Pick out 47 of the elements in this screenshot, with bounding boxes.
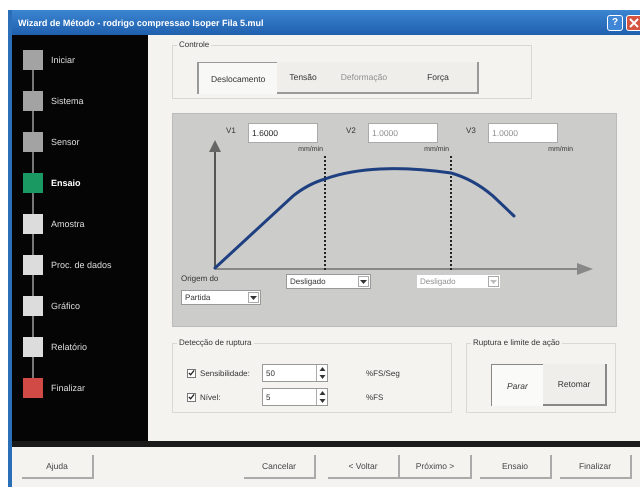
step-label[interactable]: Sensor	[51, 137, 80, 147]
wizard-button[interactable]: Próximo >	[400, 455, 472, 479]
checkbox-label: Nível:	[200, 392, 222, 402]
segment-dropdown[interactable]: Desligado	[286, 274, 371, 289]
wizard-button[interactable]: Ajuda	[22, 455, 94, 479]
control-tab[interactable]: Força	[399, 62, 479, 94]
control-tab[interactable]: Tensão	[277, 62, 329, 94]
speed-field[interactable]: 1.6000	[248, 123, 318, 143]
wizard-button[interactable]: < Voltar	[328, 455, 400, 479]
step-label[interactable]: Finalizar	[51, 383, 86, 393]
origin-label: Origem do	[181, 274, 218, 283]
action-toggle[interactable]: Parar	[491, 364, 543, 406]
wizard-button[interactable]: Finalizar	[560, 455, 632, 479]
caret-icon	[250, 296, 257, 300]
unit-label: %FS	[366, 392, 384, 402]
step-label[interactable]: Iniciar	[51, 55, 76, 65]
checkbox[interactable]	[187, 392, 196, 402]
checkbox[interactable]	[187, 368, 196, 378]
step-label[interactable]: Relatório	[51, 342, 88, 352]
group-title: Detecção de ruptura	[177, 338, 254, 347]
step-label[interactable]: Proc. de dados	[51, 260, 112, 270]
help-button[interactable]: ?	[607, 14, 623, 30]
group-title: Ruptura e limite de ação	[471, 338, 562, 347]
checkbox-label: Sensibilidade:	[200, 368, 251, 378]
window-title: Wizard de Método - rodrigo compressao Isoper Fila 5.mul	[18, 18, 264, 28]
speed-label: V3	[466, 126, 476, 135]
number-spinner[interactable]: 50	[262, 364, 328, 382]
group-title: Controle	[177, 40, 212, 49]
unit-label: %FS/Seg	[366, 368, 400, 378]
caret-icon	[490, 280, 497, 284]
step-label[interactable]: Ensaio	[51, 178, 81, 188]
close-icon	[628, 18, 638, 28]
close-button[interactable]	[626, 14, 640, 30]
control-tab[interactable]: Deslocamento	[197, 62, 278, 94]
speed-label: V2	[346, 126, 356, 135]
spin-arrows-icon	[318, 389, 326, 405]
step-label[interactable]: Gráfico	[51, 301, 80, 311]
wizard-button[interactable]: Ensaio	[480, 455, 552, 479]
origin-dropdown[interactable]: Partida	[181, 290, 261, 305]
step-label[interactable]: Amostra	[51, 219, 85, 229]
spin-arrows-icon	[318, 365, 326, 381]
caret-icon	[360, 280, 367, 284]
wizard-button[interactable]: Cancelar	[244, 455, 316, 479]
number-spinner[interactable]: 5	[262, 388, 328, 406]
speed-label: V1	[226, 126, 236, 135]
step-label[interactable]: Sistema	[51, 96, 84, 106]
action-toggle[interactable]: Retomar	[542, 364, 608, 406]
